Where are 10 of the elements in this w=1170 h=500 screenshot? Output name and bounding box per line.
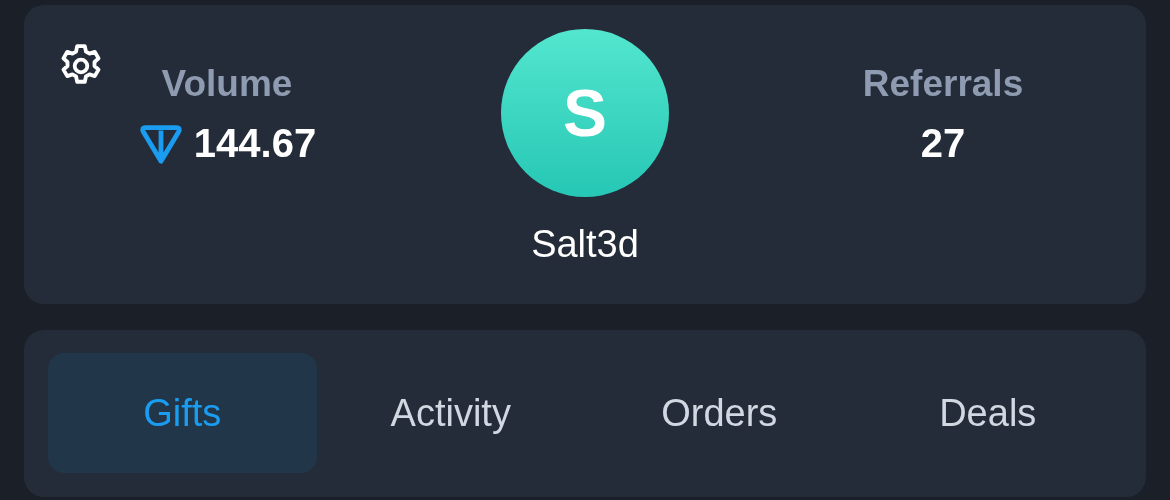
stat-value: 144.67 xyxy=(193,120,317,166)
avatar: S xyxy=(501,29,669,197)
stat-value: 27 xyxy=(920,120,966,166)
user-name: Salt3d xyxy=(531,223,639,266)
tab[interactable]: Orders xyxy=(585,353,854,473)
tab[interactable]: Deals xyxy=(853,353,1122,473)
stat-label: Referrals xyxy=(862,62,1024,106)
stat-label: Volume xyxy=(161,62,293,106)
tab[interactable]: Activity xyxy=(316,353,585,473)
tab[interactable]: Gifts xyxy=(48,353,317,473)
